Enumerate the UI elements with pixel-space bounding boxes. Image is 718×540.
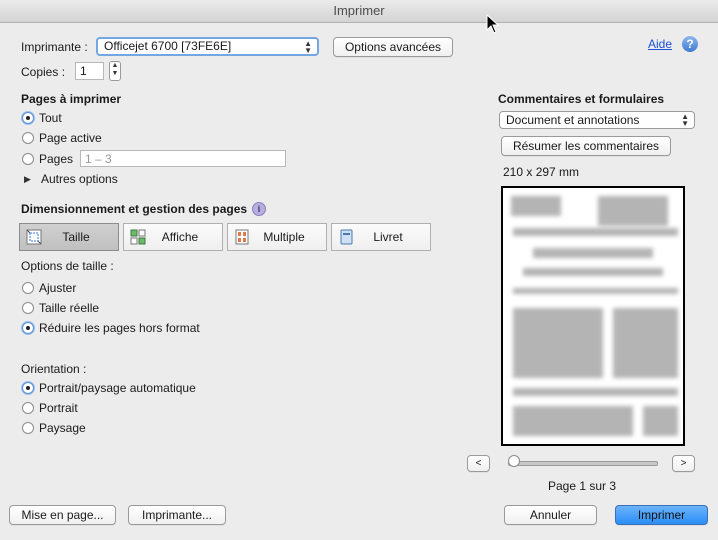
radio-orientation-landscape-label: Paysage xyxy=(39,421,86,435)
printer-select-value: Officejet 6700 [73FE6E] xyxy=(104,39,232,53)
radio-pages-current-label: Page active xyxy=(39,131,102,145)
printer-select[interactable]: Officejet 6700 [73FE6E] ▲ ▼ xyxy=(96,37,319,56)
radio-pages-range-label: Pages xyxy=(39,152,74,166)
tab-taille-label: Taille xyxy=(62,230,90,244)
info-icon[interactable]: i xyxy=(252,202,266,216)
tab-livret[interactable]: Livret xyxy=(331,223,431,251)
radio-pages-all-label: Tout xyxy=(39,111,62,125)
radio-size-actual[interactable] xyxy=(22,302,34,314)
radio-size-shrink[interactable] xyxy=(22,322,34,334)
tab-multiple-label: Multiple xyxy=(263,230,305,244)
comments-select[interactable]: Document et annotations ▲ ▼ xyxy=(499,111,695,129)
pages-range-input[interactable]: 1 – 3 xyxy=(80,150,286,167)
tab-affiche[interactable]: Affiche xyxy=(123,223,223,251)
previous-page-button[interactable]: < xyxy=(467,455,490,472)
more-options-link[interactable]: Autres options xyxy=(41,172,118,186)
page-preview xyxy=(501,186,685,446)
radio-pages-current[interactable] xyxy=(22,132,34,144)
radio-orientation-auto-label: Portrait/paysage automatique xyxy=(39,381,196,395)
comments-heading: Commentaires et formulaires xyxy=(498,92,665,106)
size-options-label: Options de taille : xyxy=(21,259,114,273)
radio-pages-all[interactable] xyxy=(22,112,34,124)
tab-livret-label: Livret xyxy=(373,230,403,244)
page-slider-knob[interactable] xyxy=(508,455,520,467)
printer-settings-button[interactable]: Imprimante... xyxy=(128,505,226,525)
cancel-button[interactable]: Annuler xyxy=(504,505,597,525)
mouse-cursor-icon xyxy=(486,14,500,34)
pages-heading: Pages à imprimer xyxy=(21,92,122,106)
sizing-heading: Dimensionnement et gestion des pages xyxy=(21,202,248,216)
tab-multiple[interactable]: Multiple xyxy=(227,223,327,251)
comments-select-value: Document et annotations xyxy=(506,113,640,127)
help-icon[interactable]: ? xyxy=(682,36,698,52)
page-setup-button[interactable]: Mise en page... xyxy=(9,505,116,525)
page-dimensions: 210 x 297 mm xyxy=(503,165,580,179)
updown-arrows-icon: ▲ ▼ xyxy=(681,112,689,128)
radio-size-actual-label: Taille réelle xyxy=(39,301,100,315)
title-bar: Imprimer xyxy=(0,0,718,23)
radio-orientation-landscape[interactable] xyxy=(22,422,34,434)
advanced-options-button[interactable]: Options avancées xyxy=(333,37,453,57)
print-button[interactable]: Imprimer xyxy=(615,505,708,525)
radio-size-shrink-label: Réduire les pages hors format xyxy=(39,321,200,335)
page-slider-track[interactable] xyxy=(508,461,658,466)
radio-orientation-portrait[interactable] xyxy=(22,402,34,414)
radio-size-fit-label: Ajuster xyxy=(39,281,77,295)
next-page-button[interactable]: > xyxy=(672,455,695,472)
tab-taille[interactable]: Taille xyxy=(19,223,119,251)
tab-affiche-label: Affiche xyxy=(161,230,199,244)
radio-orientation-portrait-label: Portrait xyxy=(39,401,78,415)
help-link[interactable]: Aide xyxy=(648,37,672,51)
disclosure-triangle-icon[interactable]: ▶ xyxy=(24,174,31,185)
printer-label: Imprimante : xyxy=(21,40,88,54)
orientation-label: Orientation : xyxy=(21,362,87,376)
window-title: Imprimer xyxy=(333,3,385,18)
summarize-comments-button[interactable]: Résumer les commentaires xyxy=(501,136,671,156)
copies-stepper[interactable]: ▲ ▼ xyxy=(109,61,121,81)
copies-label: Copies : xyxy=(21,65,66,79)
radio-orientation-auto[interactable] xyxy=(22,382,34,394)
radio-pages-range[interactable] xyxy=(22,153,34,165)
page-info: Page 1 sur 3 xyxy=(548,479,617,493)
radio-size-fit[interactable] xyxy=(22,282,34,294)
copies-input[interactable]: 1 xyxy=(75,62,104,80)
updown-arrows-icon: ▲ ▼ xyxy=(304,39,312,55)
